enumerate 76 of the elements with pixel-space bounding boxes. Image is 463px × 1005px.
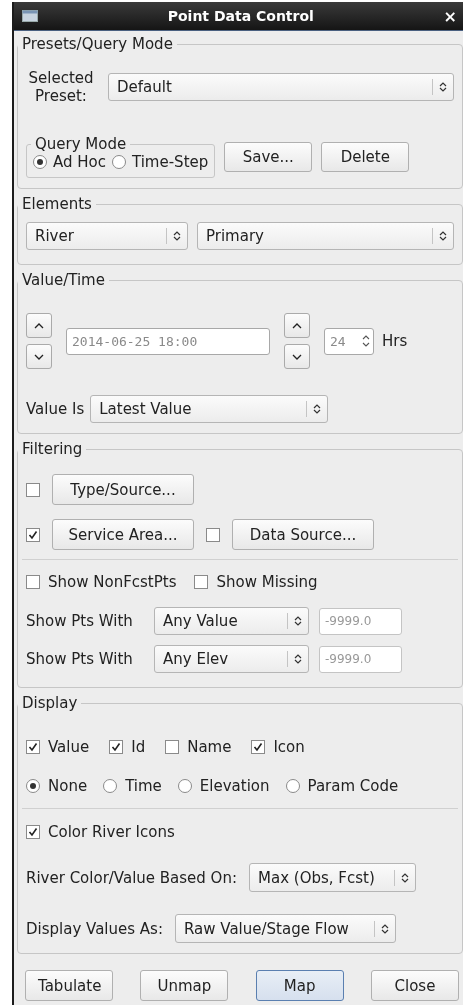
up-button[interactable]: [26, 313, 52, 338]
section-title: Value/Time: [21, 271, 106, 289]
filter-button[interactable]: Type/Source...: [52, 474, 194, 505]
updown-icon: [439, 81, 447, 93]
updown-icon: [294, 615, 302, 627]
action-button[interactable]: Save...: [224, 141, 313, 172]
checkbox-label: Show Missing: [216, 573, 318, 591]
action-button[interactable]: Unmap: [140, 970, 229, 1001]
close-button[interactable]: ×: [443, 6, 457, 26]
checkbox[interactable]: [26, 740, 40, 754]
action-button[interactable]: Tabulate: [25, 970, 113, 1001]
checkbox[interactable]: [165, 740, 180, 754]
field-label: River Color/Value Based On:: [26, 868, 237, 887]
radio-button[interactable]: [103, 779, 118, 793]
checkbox-label: Color River Icons: [48, 823, 175, 841]
filter-button[interactable]: Data Source...: [232, 519, 374, 550]
checkbox[interactable]: [26, 825, 40, 839]
field-label: Show Pts With: [26, 650, 134, 668]
section-title: Filtering: [21, 440, 84, 458]
radio-label: Time: [125, 777, 162, 795]
checkbox-label: Value: [48, 738, 90, 756]
checkbox[interactable]: [251, 740, 266, 754]
checkbox[interactable]: [26, 575, 40, 589]
section-title: Presets/Query Mode: [21, 35, 174, 53]
radio-label: Elevation: [199, 777, 270, 795]
radio-button[interactable]: [112, 155, 126, 169]
field-label: Value Is: [26, 400, 85, 418]
filter-button[interactable]: Service Area...: [52, 519, 194, 550]
radio-button[interactable]: [33, 155, 47, 169]
updown-icon: [313, 403, 322, 415]
checkbox-label: Icon: [273, 738, 305, 756]
field-label: Selected Preset:: [27, 69, 95, 105]
radio-label: Param Code: [307, 777, 399, 795]
updown-icon: [401, 871, 409, 884]
dropdown[interactable]: Latest Value: [90, 395, 329, 423]
checkbox[interactable]: [206, 527, 220, 542]
down-button[interactable]: [284, 344, 310, 369]
section-title: Display: [21, 694, 79, 712]
window-icon: [22, 10, 38, 22]
dropdown[interactable]: Max (Obs, Fcst): [249, 863, 416, 892]
checkbox-label: Name: [187, 738, 232, 756]
dropdown[interactable]: Default: [108, 73, 454, 101]
checkbox[interactable]: [109, 740, 124, 754]
radio-label: Time-Step: [132, 153, 209, 171]
action-button[interactable]: Close: [371, 970, 459, 1001]
chevron-down-icon: [292, 353, 302, 360]
radio-button[interactable]: [26, 779, 40, 793]
dropdown[interactable]: River: [26, 222, 188, 250]
chevron-up-icon: [34, 322, 44, 329]
checkbox[interactable]: [194, 575, 209, 589]
up-button[interactable]: [284, 313, 310, 338]
window-title: Point Data Control: [166, 8, 315, 24]
action-button[interactable]: Map: [255, 970, 344, 1001]
updown-icon: [439, 230, 447, 242]
chevron-up-icon: [292, 322, 302, 329]
radio-label: None: [48, 777, 88, 795]
checkbox[interactable]: [26, 482, 40, 497]
field-label: Show Pts With: [26, 612, 134, 630]
field-label: Display Values As:: [26, 919, 163, 938]
radio-label: Ad Hoc: [53, 153, 106, 171]
unit-label: Hrs: [382, 332, 408, 350]
checkbox-label: Show NonFcstPts: [48, 573, 177, 591]
dropdown[interactable]: Raw Value/Stage Flow: [174, 914, 396, 943]
dropdown[interactable]: Primary: [197, 222, 454, 250]
updown-icon: [380, 922, 389, 935]
chevron-down-icon: [34, 353, 44, 360]
section-title: Query Mode: [34, 135, 128, 153]
radio-button[interactable]: [285, 779, 300, 793]
radio-button[interactable]: [177, 779, 192, 793]
section-title: Elements: [21, 195, 93, 213]
updown-icon: [294, 653, 302, 665]
updown-icon: [173, 230, 181, 242]
down-button[interactable]: [26, 344, 52, 369]
checkbox[interactable]: [26, 527, 40, 542]
action-button[interactable]: Delete: [321, 141, 410, 172]
checkbox-label: Id: [131, 738, 146, 756]
